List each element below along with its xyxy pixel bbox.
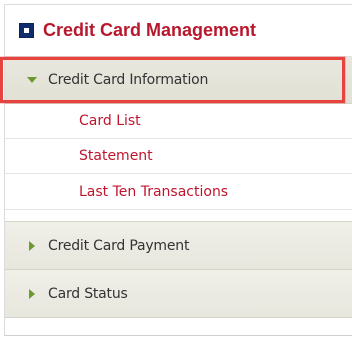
section-label: Credit Card Information (48, 72, 209, 88)
credit-card-menu-panel: Credit Card Management Credit Card Infor… (4, 4, 352, 336)
section-label: Card Status (48, 285, 128, 302)
caret-right-icon (27, 288, 37, 299)
section-label: Credit Card Payment (48, 237, 190, 254)
menu-header: Credit Card Management (5, 5, 352, 57)
submenu-item-statement[interactable]: Statement (5, 139, 352, 174)
submenu-item-card-list[interactable]: Card List (5, 104, 352, 139)
square-bullet-icon (19, 23, 34, 38)
caret-right-icon (27, 240, 37, 251)
section-credit-card-information[interactable]: Credit Card Information (5, 57, 352, 104)
section-credit-card-payment[interactable]: Credit Card Payment (5, 222, 352, 270)
menu-title: Credit Card Management (43, 20, 257, 40)
credit-card-information-submenu: Card List Statement Last Ten Transaction… (5, 104, 352, 210)
submenu-item-last-ten-transactions[interactable]: Last Ten Transactions (5, 174, 352, 210)
caret-down-icon (27, 75, 37, 85)
section-spacer (5, 210, 352, 222)
section-card-status[interactable]: Card Status (5, 270, 352, 318)
